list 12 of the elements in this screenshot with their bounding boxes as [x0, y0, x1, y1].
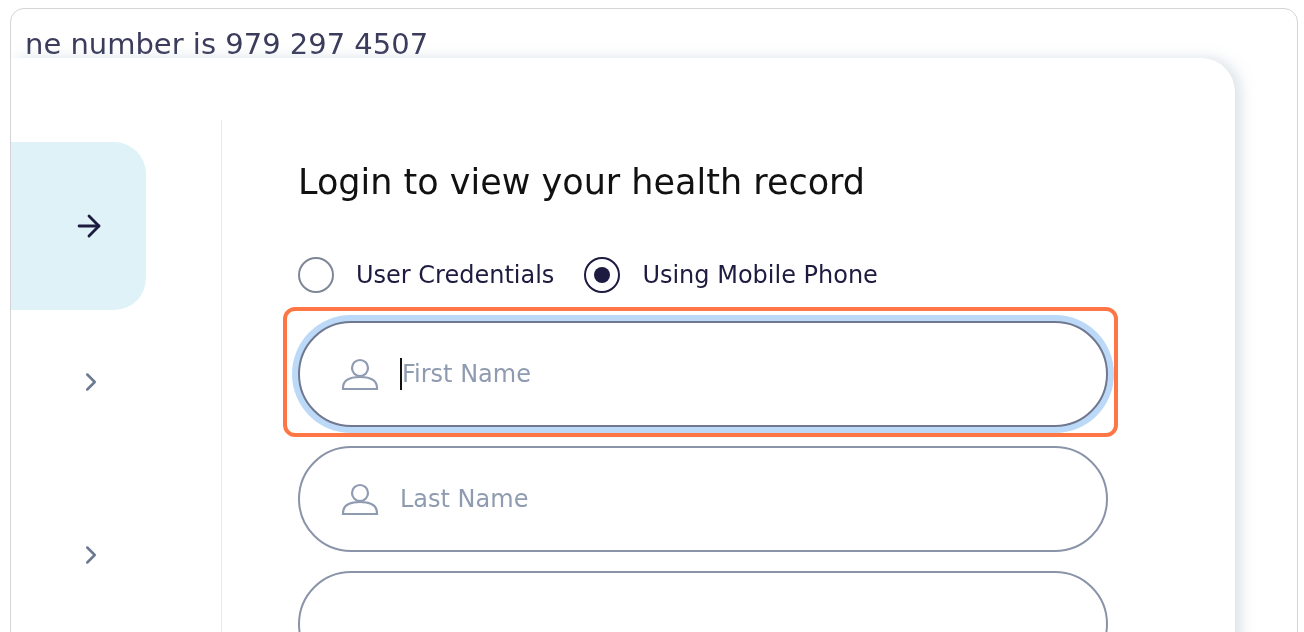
login-title: Login to view your health record: [298, 161, 867, 204]
phone-number-text: ne number is 979 297 4507: [25, 26, 429, 62]
placeholder-text: First Name: [402, 360, 531, 388]
radio-label: Using Mobile Phone: [642, 261, 878, 289]
person-icon: [340, 357, 380, 391]
radio-button[interactable]: [298, 257, 334, 293]
radio-label: User Credentials: [356, 261, 555, 289]
radio-button[interactable]: [584, 257, 621, 293]
person-icon: [340, 482, 380, 516]
text-caret: [400, 358, 402, 390]
placeholder-text: Last Name: [400, 485, 529, 513]
input-field[interactable]: Last Name: [298, 446, 1108, 552]
